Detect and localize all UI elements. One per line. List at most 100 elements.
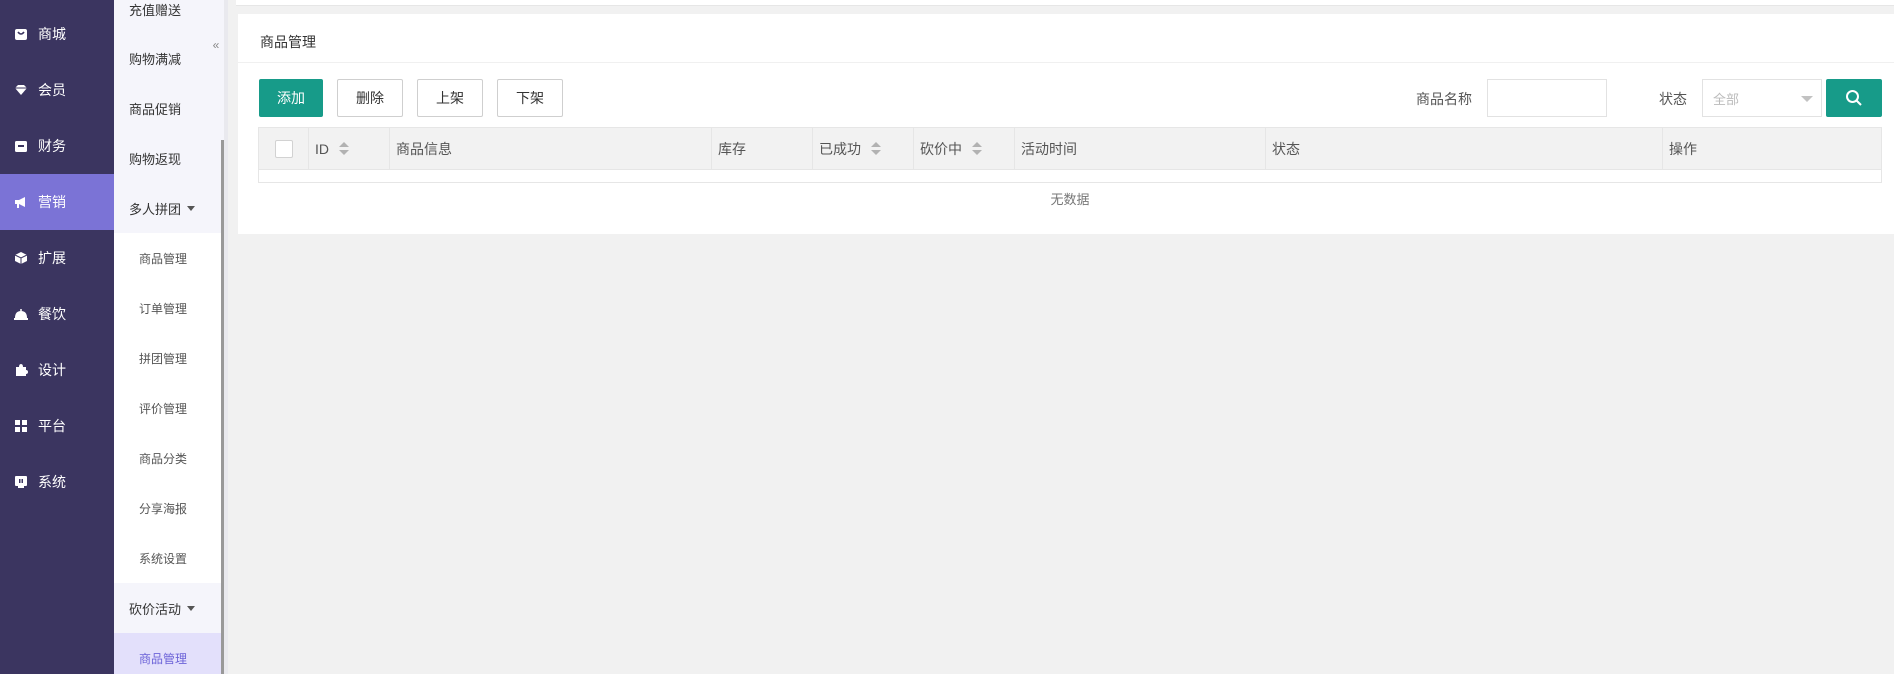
search-button[interactable] (1826, 79, 1882, 117)
column-label: 商品信息 (396, 141, 452, 157)
nav-label: 平台 (38, 418, 66, 434)
subnav-label: 商品管理 (139, 651, 188, 666)
page-title: 商品管理 (260, 34, 316, 50)
column-header-id[interactable]: ID (309, 128, 390, 170)
column-header-succeeded[interactable]: 已成功 (813, 128, 914, 170)
subnav-label: 订单管理 (139, 301, 188, 316)
double-chevron-left-icon: « (212, 38, 220, 52)
goods-table: ID 商品信息 库存 已成功 砍价中 活动时间 状态 操作 无数据 (258, 127, 1882, 207)
cube-icon (14, 251, 28, 265)
subnav-item-promotion[interactable]: 商品促销 (114, 83, 224, 133)
subnav-label: 商品促销 (129, 101, 182, 117)
subnav-label: 系统设置 (139, 551, 188, 566)
nav-item-system[interactable]: 系统 (0, 454, 114, 510)
nav-label: 扩展 (38, 250, 66, 266)
nav-label: 系统 (38, 474, 66, 490)
nav-label: 餐饮 (38, 306, 66, 322)
column-header-status: 状态 (1266, 128, 1663, 170)
column-label: 库存 (718, 141, 746, 157)
puzzle-icon (14, 363, 28, 377)
table-header: ID 商品信息 库存 已成功 砍价中 活动时间 状态 操作 (259, 128, 1881, 170)
shop-bag-icon (14, 27, 28, 41)
column-header-goods-info: 商品信息 (390, 128, 712, 170)
nav-label: 会员 (38, 82, 66, 98)
subnav-item-cashback[interactable]: 购物返现 (114, 133, 224, 183)
subnav-label: 商品分类 (139, 451, 188, 466)
column-label: 活动时间 (1021, 141, 1077, 157)
subnav-group-bargain[interactable]: 砍价活动 (114, 583, 224, 633)
status-select[interactable]: 全部 (1702, 79, 1822, 117)
nav-item-shop[interactable]: 商城 (0, 6, 114, 62)
add-button[interactable]: 添加 (259, 79, 323, 117)
nav-item-platform[interactable]: 平台 (0, 398, 114, 454)
subnav-label: 商品管理 (139, 251, 188, 266)
gem-icon (14, 83, 28, 97)
wallet-icon (14, 139, 28, 153)
sort-icon[interactable] (972, 142, 982, 156)
subnav-label: 砍价活动 (129, 601, 182, 617)
divider (224, 0, 228, 674)
subnav-label: 拼团管理 (139, 351, 188, 366)
subnav-item-goods-category[interactable]: 商品分类 (114, 433, 224, 483)
subnav-item-group-manage[interactable]: 拼团管理 (114, 333, 224, 383)
nav-label: 财务 (38, 138, 66, 154)
column-header-actions: 操作 (1663, 128, 1881, 170)
subnav-item-review-manage[interactable]: 评价管理 (114, 383, 224, 433)
caret-down-icon (187, 605, 196, 611)
nav-item-extension[interactable]: 扩展 (0, 230, 114, 286)
subnav-item-goods-manage[interactable]: 商品管理 (114, 233, 224, 283)
sort-icon[interactable] (871, 142, 881, 156)
column-header-bargaining[interactable]: 砍价中 (914, 128, 1015, 170)
empty-state: 无数据 (1050, 191, 1090, 207)
subnav-label: 充值赠送 (129, 2, 182, 18)
divider (238, 62, 1894, 63)
collapse-sidebar-button[interactable]: « (206, 26, 226, 64)
content-card: 商品管理 添加 删除 上架 下架 商品名称 状态 全部 ID 商品信息 库存 已… (238, 14, 1894, 234)
subnav-label: 购物满减 (129, 51, 182, 67)
subnav-label: 评价管理 (139, 401, 188, 416)
nav-item-marketing[interactable]: 营销 (0, 174, 114, 230)
nav-item-design[interactable]: 设计 (0, 342, 114, 398)
column-label: 砍价中 (920, 141, 962, 157)
nav-item-catering[interactable]: 餐饮 (0, 286, 114, 342)
goods-name-label: 商品名称 (1416, 91, 1472, 107)
nav-item-finance[interactable]: 财务 (0, 118, 114, 174)
main-nav: 商城 会员 财务 营销 扩展 餐饮 设计 平台 系统 (0, 0, 114, 674)
column-label: 状态 (1272, 141, 1300, 157)
on-shelf-button[interactable]: 上架 (417, 79, 483, 117)
subnav-item-bargain-goods-manage[interactable]: 商品管理 (114, 633, 224, 674)
subnav-label: 多人拼团 (129, 201, 182, 217)
dropdown-arrow-icon (1801, 96, 1813, 102)
column-header-stock: 库存 (712, 128, 813, 170)
column-header-activity-time: 活动时间 (1015, 128, 1266, 170)
nav-label: 设计 (38, 362, 66, 378)
subnav-label: 分享海报 (139, 501, 188, 516)
column-label: ID (315, 141, 329, 157)
subnav-item-order-manage[interactable]: 订单管理 (114, 283, 224, 333)
column-label: 操作 (1669, 141, 1697, 157)
nav-label: 营销 (38, 194, 66, 210)
select-all-checkbox[interactable] (274, 140, 293, 158)
goods-name-input[interactable] (1487, 79, 1607, 117)
nav-label: 商城 (38, 26, 66, 42)
top-strip (236, 0, 1894, 6)
subnav-item-system-settings[interactable]: 系统设置 (114, 533, 224, 583)
sort-icon[interactable] (339, 142, 349, 156)
select-all-cell (259, 128, 309, 170)
search-icon (1846, 90, 1862, 106)
subnav-item-share-poster[interactable]: 分享海报 (114, 483, 224, 533)
megaphone-icon (14, 195, 28, 209)
column-label: 已成功 (819, 141, 861, 157)
nav-item-member[interactable]: 会员 (0, 62, 114, 118)
monitor-icon (14, 475, 28, 489)
caret-down-icon (187, 205, 196, 211)
dish-cover-icon (14, 307, 28, 321)
subnav-label: 购物返现 (129, 151, 182, 167)
status-label: 状态 (1659, 91, 1687, 107)
subnav-group-group-buy[interactable]: 多人拼团 (114, 183, 224, 233)
grid-icon (14, 419, 28, 433)
delete-button[interactable]: 删除 (337, 79, 403, 117)
sub-nav: 充值赠送 购物满减 商品促销 购物返现 多人拼团 商品管理 订单管理 拼团管理 … (114, 0, 224, 674)
status-select-value: 全部 (1713, 91, 1740, 107)
off-shelf-button[interactable]: 下架 (497, 79, 563, 117)
